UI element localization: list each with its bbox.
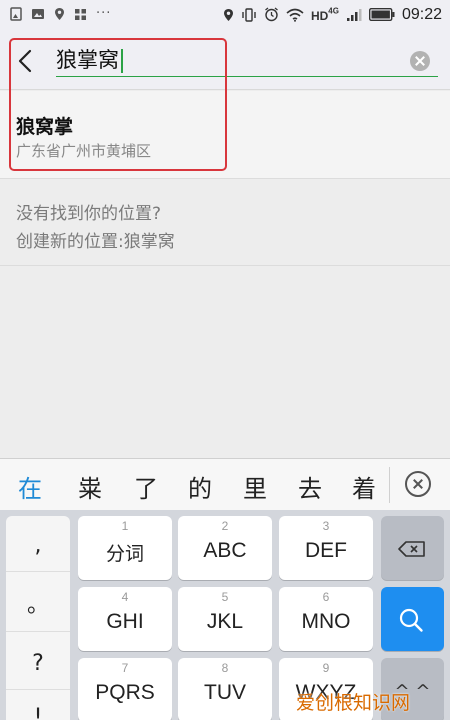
location-icon <box>55 8 64 20</box>
network-type-label: HD4G <box>310 6 339 23</box>
back-icon[interactable] <box>14 48 38 74</box>
candidate-separator <box>389 467 390 503</box>
key-number: 5 <box>221 590 229 604</box>
more-notifications: ··· <box>96 6 112 21</box>
search-header: 狼掌窝 <box>0 32 450 90</box>
search-query-text: 狼掌窝 <box>56 48 119 72</box>
punct-key[interactable]: ? <box>6 638 70 690</box>
candidate-word[interactable]: 着 <box>352 469 376 504</box>
key-5-jkl[interactable]: 5 JKL <box>178 587 272 651</box>
wifi-icon <box>286 8 304 22</box>
key-label: DEF <box>305 539 347 562</box>
result-address: 广东省广州市黄埔区 <box>16 142 152 160</box>
candidate-word[interactable]: 在 <box>18 469 42 504</box>
result-title: 狼窝掌 <box>16 116 74 138</box>
key-number: 1 <box>121 519 129 533</box>
clear-search-icon[interactable] <box>410 51 430 71</box>
key-6-mno[interactable]: 6 MNO <box>279 587 373 651</box>
key-1-segment[interactable]: 1 分词 <box>78 516 172 580</box>
key-number: 3 <box>322 519 330 533</box>
status-left: ··· <box>10 7 111 21</box>
vibrate-icon <box>242 7 256 22</box>
signal-icon <box>346 8 362 21</box>
punct-key[interactable]: 。 <box>6 580 70 632</box>
alarm-icon <box>265 7 278 22</box>
search-input-underline <box>56 76 438 77</box>
key-number: 9 <box>322 661 330 675</box>
key-label: TUV <box>204 681 246 704</box>
key-number: 8 <box>221 661 229 675</box>
delete-key[interactable] <box>381 516 444 580</box>
candidate-word[interactable]: 粜 <box>78 469 102 504</box>
key-number: 6 <box>322 590 330 604</box>
search-input[interactable]: 狼掌窝 <box>56 44 396 76</box>
close-candidates-icon[interactable] <box>405 471 431 497</box>
search-key[interactable] <box>381 587 444 651</box>
not-found-text: 没有找到你的位置? <box>16 204 162 224</box>
key-label: 分词 <box>105 543 144 565</box>
candidate-word[interactable]: 里 <box>243 469 267 504</box>
grid-icon <box>75 8 86 20</box>
clock: 09:22 <box>401 5 442 23</box>
backspace-icon <box>398 541 425 557</box>
punctuation-column: , 。 ? ! <box>6 516 70 720</box>
image-icon <box>10 7 22 21</box>
key-4-ghi[interactable]: 4 GHI <box>78 587 172 651</box>
search-icon <box>399 608 423 632</box>
key-number: 4 <box>121 590 129 604</box>
location-icon <box>223 8 233 21</box>
punct-key[interactable]: , <box>6 520 70 572</box>
create-new-location-text: 创建新的位置:狼掌窝 <box>16 232 175 252</box>
ime-candidate-bar: 在 粜 了 的 里 去 着 <box>0 458 450 510</box>
key-number: 2 <box>221 519 229 533</box>
battery-icon <box>368 8 395 21</box>
candidate-word[interactable]: 的 <box>188 469 212 504</box>
text-caret <box>121 49 123 73</box>
key-label: PQRS <box>95 681 155 704</box>
key-label: JKL <box>206 610 244 633</box>
status-bar: ··· HD4G 09:22 <box>0 0 450 32</box>
key-label: GHI <box>106 610 144 633</box>
punct-key[interactable]: ! <box>6 692 70 720</box>
key-3-def[interactable]: 3 DEF <box>279 516 373 580</box>
image-icon <box>32 9 44 19</box>
location-result-item[interactable]: 狼窝掌 广东省广州市黄埔区 <box>0 91 450 179</box>
key-8-tuv[interactable]: 8 TUV <box>178 658 272 720</box>
key-label: ABC <box>203 539 247 562</box>
key-number: 7 <box>121 661 129 675</box>
candidate-word[interactable]: 去 <box>298 469 322 504</box>
key-label: MNO <box>301 610 351 633</box>
status-right: HD4G 09:22 <box>223 5 442 24</box>
watermark: 爱创根知识网 <box>296 692 411 714</box>
key-7-pqrs[interactable]: 7 PQRS <box>78 658 172 720</box>
key-2-abc[interactable]: 2 ABC <box>178 516 272 580</box>
create-location-item[interactable]: 没有找到你的位置? 创建新的位置:狼掌窝 <box>0 180 450 266</box>
candidate-word[interactable]: 了 <box>134 469 158 504</box>
